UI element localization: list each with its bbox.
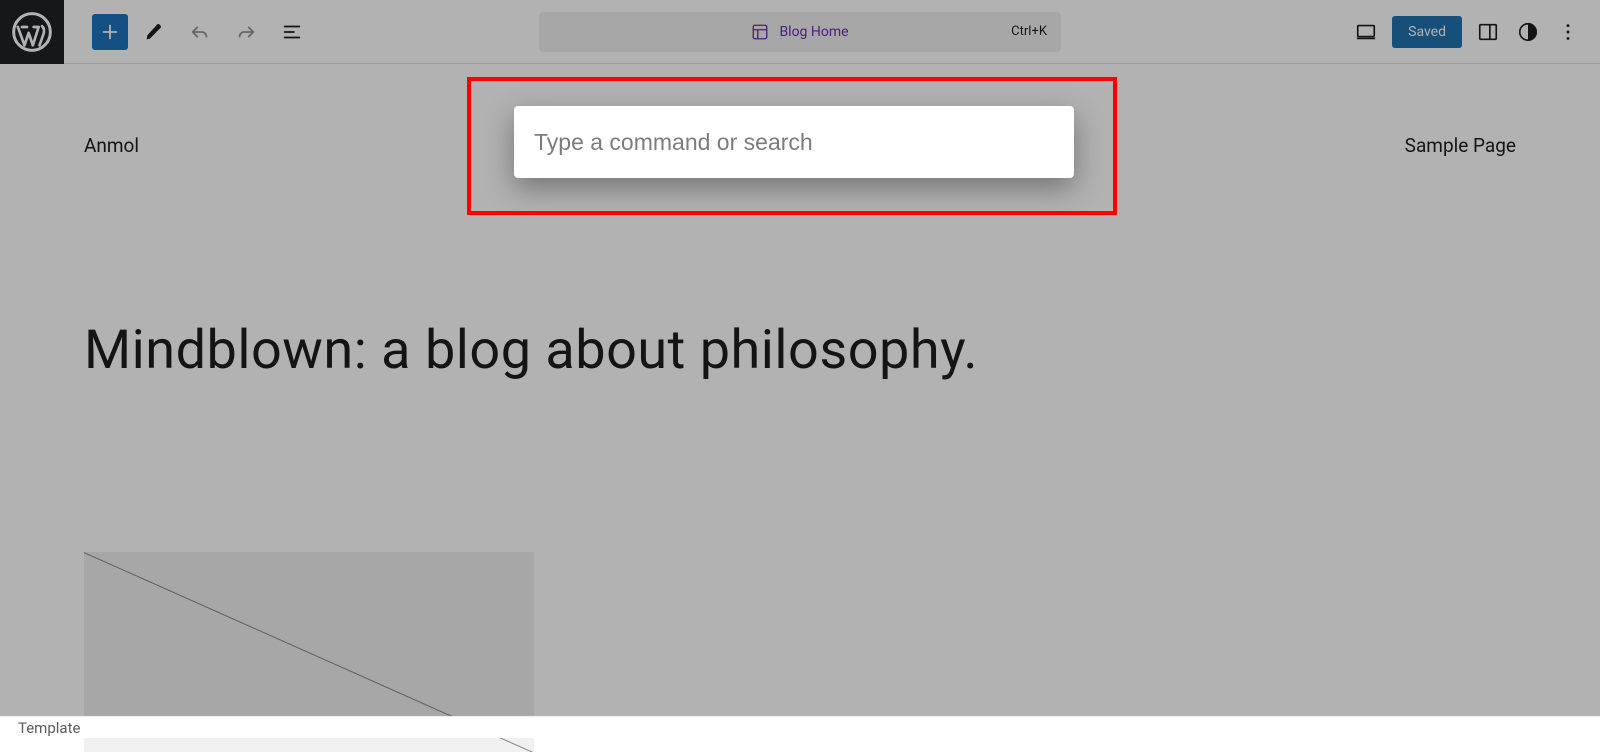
editor-toolbar: Blog Home Ctrl+K Saved bbox=[0, 0, 1600, 64]
styles-button[interactable] bbox=[1514, 18, 1542, 46]
template-label: Blog Home bbox=[779, 24, 848, 40]
command-input[interactable] bbox=[534, 129, 1054, 156]
wordpress-icon bbox=[12, 12, 52, 52]
kebab-icon bbox=[1557, 21, 1579, 43]
settings-panel-button[interactable] bbox=[1474, 18, 1502, 46]
sidebar-toggle-icon bbox=[1477, 21, 1499, 43]
redo-icon bbox=[235, 21, 257, 43]
save-label: Saved bbox=[1408, 24, 1446, 40]
command-bar-trigger[interactable]: Blog Home Ctrl+K bbox=[539, 12, 1061, 52]
desktop-icon bbox=[1355, 21, 1377, 43]
edit-tool-button[interactable] bbox=[134, 12, 174, 52]
contrast-icon bbox=[1517, 21, 1539, 43]
layout-icon bbox=[751, 23, 769, 41]
pencil-icon bbox=[143, 21, 165, 43]
add-block-button[interactable] bbox=[92, 14, 128, 50]
view-button[interactable] bbox=[1352, 18, 1380, 46]
footer-breadcrumb[interactable]: Template bbox=[0, 716, 1600, 738]
nav-link-sample[interactable]: Sample Page bbox=[1405, 134, 1516, 157]
plus-icon bbox=[99, 21, 121, 43]
redo-button[interactable] bbox=[226, 12, 266, 52]
site-title[interactable]: Anmol bbox=[84, 134, 139, 157]
command-palette[interactable] bbox=[514, 106, 1074, 178]
breadcrumb-label: Template bbox=[18, 719, 80, 737]
document-overview-button[interactable] bbox=[272, 12, 312, 52]
shortcut-hint: Ctrl+K bbox=[1011, 24, 1047, 39]
save-button[interactable]: Saved bbox=[1392, 16, 1462, 48]
toolbar-left-group bbox=[92, 12, 312, 52]
list-icon bbox=[281, 21, 303, 43]
undo-icon bbox=[189, 21, 211, 43]
undo-button[interactable] bbox=[180, 12, 220, 52]
toolbar-right-group: Saved bbox=[1352, 16, 1600, 48]
template-pill: Blog Home bbox=[751, 23, 848, 41]
wordpress-logo[interactable] bbox=[0, 0, 64, 64]
hero-heading[interactable]: Mindblown: a blog about philosophy. bbox=[84, 319, 1516, 382]
more-options-button[interactable] bbox=[1554, 18, 1582, 46]
